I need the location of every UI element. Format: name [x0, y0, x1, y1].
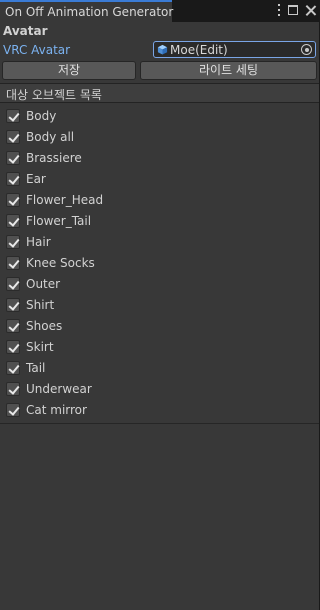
- list-item: Shoes: [0, 316, 319, 337]
- checkmark-icon[interactable]: [6, 109, 20, 123]
- checkmark-icon[interactable]: [6, 340, 20, 354]
- list-item: Brassiere: [0, 148, 319, 169]
- checkmark-icon[interactable]: [6, 172, 20, 186]
- list-item-label: Ear: [26, 172, 46, 186]
- avatar-section-title: Avatar: [3, 24, 48, 38]
- list-item-label: Shoes: [26, 319, 63, 333]
- list-item-label: Brassiere: [26, 151, 82, 165]
- list-item: Cat mirror: [0, 400, 319, 421]
- list-item: Outer: [0, 274, 319, 295]
- list-item-label: Underwear: [26, 382, 92, 396]
- list-item: Tail: [0, 358, 319, 379]
- checkmark-icon[interactable]: [6, 193, 20, 207]
- checkmark-icon[interactable]: [6, 151, 20, 165]
- editor-window: On Off Animation Generator Avatar VRC Av…: [0, 0, 319, 610]
- list-item-label: Flower_Head: [26, 193, 104, 207]
- target-object-list-header: 대상 오브젝트 목록: [0, 83, 319, 103]
- list-item-label: Shirt: [26, 298, 55, 312]
- list-item-label: Body all: [26, 130, 75, 144]
- list-item-label: Tail: [26, 361, 46, 375]
- light-settings-button[interactable]: 라이트 세팅: [140, 61, 317, 80]
- kebab-menu-icon[interactable]: [277, 4, 281, 16]
- list-item: Body: [0, 106, 319, 127]
- checkmark-icon[interactable]: [6, 319, 20, 333]
- list-item-label: Flower_Tail: [26, 214, 92, 228]
- list-item-label: Hair: [26, 235, 51, 249]
- object-picker-icon[interactable]: [301, 44, 312, 55]
- list-item: Ear: [0, 169, 319, 190]
- list-item-label: Body: [26, 109, 57, 123]
- list-item: Flower_Tail: [0, 211, 319, 232]
- checkmark-icon[interactable]: [6, 235, 20, 249]
- window-actions: [277, 4, 316, 16]
- list-item: Flower_Head: [0, 190, 319, 211]
- save-button[interactable]: 저장: [2, 61, 136, 80]
- vrc-avatar-object-field[interactable]: Moe(Edit): [153, 41, 316, 58]
- checkmark-icon[interactable]: [6, 382, 20, 396]
- list-item: Skirt: [0, 337, 319, 358]
- checkmark-icon[interactable]: [6, 403, 20, 417]
- checkmark-icon[interactable]: [6, 361, 20, 375]
- list-item: Body all: [0, 127, 319, 148]
- checkmark-icon[interactable]: [6, 277, 20, 291]
- target-object-list: Body Body all Brassiere Ear Flower_Head Flowe…: [0, 104, 319, 424]
- checkmark-icon[interactable]: [6, 256, 20, 270]
- list-item: Hair: [0, 232, 319, 253]
- close-icon[interactable]: [305, 5, 316, 16]
- prefab-cube-icon: [157, 44, 168, 55]
- list-item-label: Cat mirror: [26, 403, 87, 417]
- checkmark-icon[interactable]: [6, 130, 20, 144]
- list-item-label: Outer: [26, 277, 61, 291]
- list-item: Knee Socks: [0, 253, 319, 274]
- tab-on-off-animation-generator[interactable]: On Off Animation Generator: [0, 0, 173, 22]
- inspector-panel: Avatar VRC Avatar Moe(Edit) 저장 라이트 세팅 대상…: [0, 22, 319, 610]
- vrc-avatar-value: Moe(Edit): [170, 43, 228, 57]
- list-item: Shirt: [0, 295, 319, 316]
- maximize-icon[interactable]: [288, 5, 298, 15]
- list-item-label: Knee Socks: [26, 256, 95, 270]
- list-item: Underwear: [0, 379, 319, 400]
- vrc-avatar-label: VRC Avatar: [3, 43, 71, 57]
- tab-bar: On Off Animation Generator: [0, 0, 319, 22]
- checkmark-icon[interactable]: [6, 214, 20, 228]
- checkmark-icon[interactable]: [6, 298, 20, 312]
- list-item-label: Skirt: [26, 340, 54, 354]
